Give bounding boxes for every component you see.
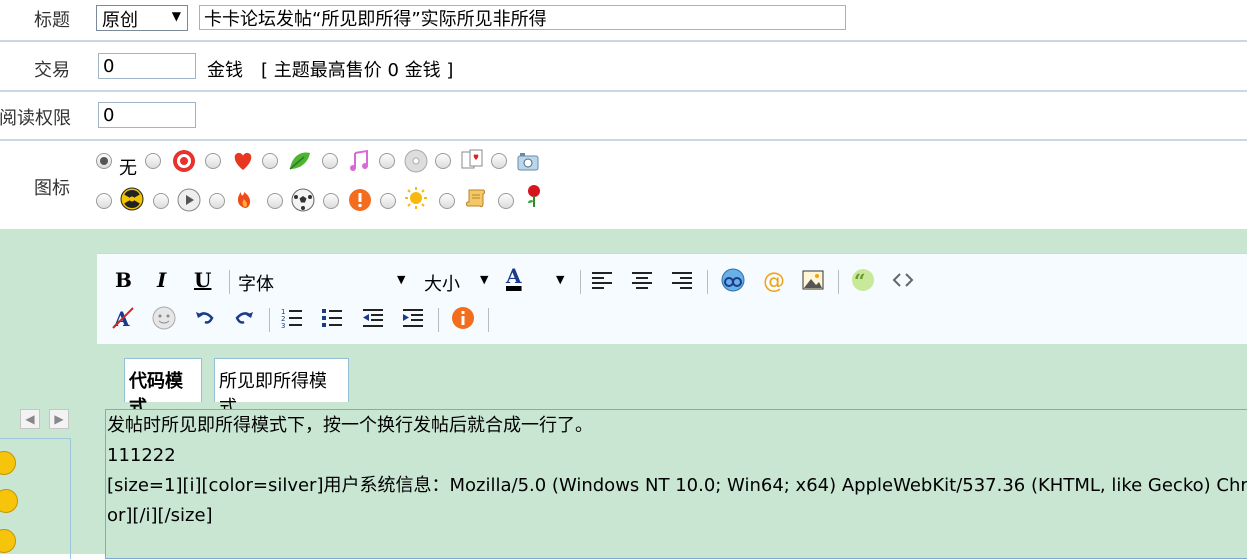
icon-radio[interactable] (380, 193, 396, 209)
radiation-icon (120, 187, 144, 211)
icon-radio[interactable] (145, 153, 161, 169)
soccer-ball-icon (291, 188, 315, 212)
remove-format-icon[interactable]: A (111, 306, 135, 330)
info-icon[interactable] (451, 306, 475, 330)
camera-icon (517, 153, 539, 171)
italic-button[interactable]: I (157, 268, 166, 292)
trade-price-input[interactable] (98, 53, 196, 79)
unordered-list-icon[interactable] (320, 306, 344, 330)
outdent-icon[interactable] (361, 306, 385, 330)
undo-icon[interactable] (193, 306, 217, 330)
toolbar-separator (269, 308, 270, 332)
quote-icon[interactable]: “ (851, 268, 875, 292)
title-type-select[interactable]: 原创 ▼ (96, 5, 188, 31)
scroll-icon (466, 189, 485, 208)
icon-radio[interactable] (435, 153, 451, 169)
icon-radio[interactable] (153, 193, 169, 209)
toolbar-separator (229, 270, 230, 294)
title-label: 标题 (34, 10, 70, 31)
smiley-icon[interactable] (0, 489, 18, 513)
link-icon[interactable] (721, 268, 745, 292)
editor-toolbar: B I U 字体 ▼ 大小 ▼ A ▼ @ “ A 123 (97, 253, 1247, 344)
trade-unit: 金钱 (207, 60, 243, 81)
warning-icon (349, 189, 371, 211)
play-icon (177, 188, 201, 212)
svg-text:@: @ (763, 269, 785, 292)
icon-none-label: 无 (119, 158, 137, 179)
icon-radio[interactable] (379, 153, 395, 169)
smiley-icon[interactable] (0, 529, 16, 553)
icon-label: 图标 (34, 178, 70, 199)
font-family-dropdown[interactable]: 字体 (238, 270, 274, 296)
svg-text:3: 3 (281, 322, 285, 330)
chevron-down-icon[interactable]: ▼ (480, 273, 488, 286)
tab-code-mode[interactable]: 代码模式 (124, 358, 202, 418)
icon-radio-none[interactable] (96, 153, 112, 169)
read-permission-input[interactable] (98, 102, 196, 128)
toolbar-separator (838, 270, 839, 294)
icon-radio[interactable] (323, 193, 339, 209)
tab-wysiwyg-mode[interactable]: 所见即所得模式 (214, 358, 349, 418)
next-page-button[interactable]: ▶ (49, 409, 69, 429)
image-icon[interactable] (801, 268, 825, 292)
title-type-value: 原创 (102, 10, 138, 31)
email-icon[interactable]: @ (761, 268, 785, 292)
icon-radio[interactable] (205, 153, 221, 169)
divider (0, 90, 1247, 92)
smilies-panel (0, 438, 71, 559)
underline-button[interactable]: U (194, 268, 211, 292)
editor-line: [size=1][i][color=silver]用户系统信息：Mozilla/… (107, 475, 1247, 496)
editor-line: 111222 (107, 445, 176, 466)
smiley-icon[interactable] (0, 451, 16, 475)
chevron-down-icon[interactable]: ▼ (556, 273, 564, 286)
prev-page-button[interactable]: ◀ (20, 409, 40, 429)
redo-icon[interactable] (232, 306, 256, 330)
toolbar-separator (438, 308, 439, 332)
icon-radio[interactable] (96, 193, 112, 209)
icon-radio[interactable] (262, 153, 278, 169)
align-center-icon[interactable] (630, 268, 654, 292)
icon-radio[interactable] (209, 193, 225, 209)
fire-icon (237, 192, 251, 208)
icon-radio[interactable] (491, 153, 507, 169)
ordered-list-icon[interactable]: 123 (280, 306, 304, 330)
chevron-down-icon[interactable]: ▼ (397, 273, 405, 286)
trade-hint: [ 主题最高售价 0 金钱 ] (261, 60, 454, 81)
code-icon[interactable] (891, 268, 915, 292)
chevron-down-icon: ▼ (171, 9, 181, 23)
toolbar-separator (488, 308, 489, 332)
disc-icon (404, 149, 428, 173)
indent-icon[interactable] (401, 306, 425, 330)
icon-radio[interactable] (498, 193, 514, 209)
font-color-button[interactable]: A (506, 264, 522, 288)
sun-icon (405, 187, 427, 209)
icon-radio[interactable] (439, 193, 455, 209)
divider (0, 40, 1247, 42)
music-note-icon (350, 149, 368, 171)
playing-cards-icon (461, 149, 483, 169)
bold-button[interactable]: B (115, 268, 132, 292)
leaf-icon (289, 152, 310, 170)
editor-line: or][/i][/size] (107, 505, 213, 526)
post-content-editor[interactable]: 发帖时所见即所得模式下，按一个换行发帖后就合成一行了。 111222 [size… (105, 409, 1247, 559)
rose-icon (528, 185, 540, 207)
editor-line: 发帖时所见即所得模式下，按一个换行发帖后就合成一行了。 (107, 415, 593, 436)
toolbar-separator (707, 270, 708, 294)
divider (0, 139, 1247, 141)
trade-label: 交易 (34, 60, 70, 81)
align-left-icon[interactable] (590, 268, 614, 292)
toolbar-separator (580, 270, 581, 294)
align-right-icon[interactable] (670, 268, 694, 292)
icon-radio[interactable] (322, 153, 338, 169)
icon-radio[interactable] (267, 193, 283, 209)
smiley-icon[interactable] (152, 306, 176, 330)
font-size-dropdown[interactable]: 大小 (424, 270, 460, 296)
heart-icon (234, 152, 252, 170)
lifebuoy-icon (173, 150, 195, 172)
svg-text:“: “ (854, 269, 866, 292)
title-input[interactable] (199, 5, 846, 30)
read-permission-label: 阅读权限 (0, 108, 71, 129)
